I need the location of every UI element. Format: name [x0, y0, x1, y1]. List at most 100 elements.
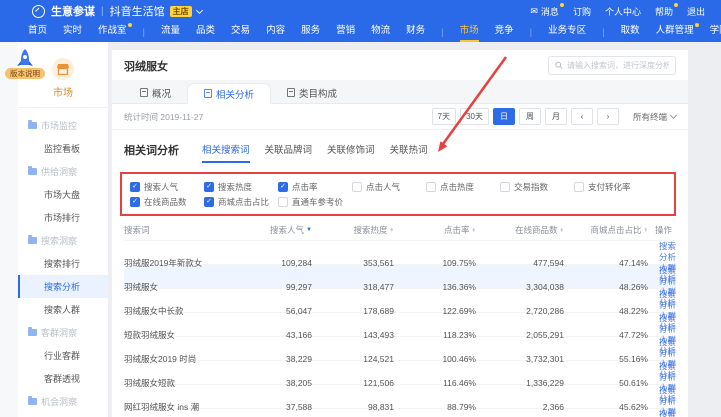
keyword-search-box[interactable] [548, 56, 676, 75]
checkbox-unchecked-icon[interactable] [500, 182, 510, 192]
sidebar-item-market-ranking[interactable]: 市场排行 [18, 206, 108, 229]
messages-link[interactable]: ✉消息 [530, 5, 559, 18]
sidebar-item-attribute-insight[interactable]: 属性洞察 [18, 413, 108, 417]
range-7d-button[interactable]: 7天 [432, 108, 456, 125]
search-input[interactable] [567, 61, 669, 70]
nav-item-crowd-management[interactable]: 人群管理 [656, 22, 694, 42]
logout-link[interactable]: 退出 [687, 5, 705, 18]
search-analysis-link[interactable]: 搜索分析 [652, 313, 676, 335]
cell-ctr: 100.46% [398, 354, 480, 364]
nav-item-home[interactable]: 首页 [28, 22, 47, 42]
nav-item-traffic[interactable]: 流量 [161, 22, 180, 42]
unit-day-button[interactable]: 日 [493, 108, 515, 125]
search-analysis-link[interactable]: 搜索分析 [652, 337, 676, 359]
header-top-bar: 生意参谋 | 抖音生活馆 主店 ✉消息 订购 个人中心 帮助 退出 [0, 0, 721, 22]
folder-icon [28, 329, 37, 336]
sort-icon: ▲▼ [560, 228, 564, 233]
subtab-brand-words[interactable]: 关联品牌词 [265, 142, 313, 163]
sort-icon: ▲▼ [390, 228, 394, 233]
tab-related-analysis[interactable]: 相关分析 [187, 83, 271, 104]
subtab-modifier-words[interactable]: 关联修饰词 [327, 142, 375, 163]
subtab-related-search-words[interactable]: 相关搜索词 [202, 142, 250, 163]
tab-overview[interactable]: 概况 [124, 82, 187, 103]
checkbox-checked-icon[interactable]: ✓ [204, 197, 214, 207]
metric-mall-click-ratio[interactable]: ✓商城点击占比 [204, 196, 278, 208]
folder-icon [28, 168, 37, 175]
subtab-hot-words[interactable]: 关联热词 [390, 142, 428, 163]
nav-item-realtime[interactable]: 实时 [63, 22, 82, 42]
sidebar-item-market-overview[interactable]: 市场大盘 [18, 183, 108, 206]
nav-item-trade[interactable]: 交易 [231, 22, 250, 42]
metric-click-heat[interactable]: 点击热度 [426, 181, 500, 193]
nav-item-service[interactable]: 服务 [301, 22, 320, 42]
range-30d-button[interactable]: 30天 [460, 108, 489, 125]
metric-pay-conversion[interactable]: 支付转化率 [574, 181, 648, 193]
unit-week-button[interactable]: 周 [519, 108, 541, 125]
envelope-icon: ✉ [530, 6, 538, 17]
search-analysis-link[interactable]: 搜索分析 [652, 241, 676, 263]
nav-separator: | [530, 27, 532, 38]
shop-switch-chevron-icon[interactable] [196, 6, 203, 13]
cell-mall-ratio: 48.22% [568, 306, 652, 316]
cell-search-heat: 124,521 [316, 354, 398, 364]
folder-icon [28, 122, 37, 129]
version-notes-widget[interactable]: 版本说明 [5, 48, 45, 79]
metric-search-heat[interactable]: ✓搜索热度 [204, 181, 278, 193]
checkbox-unchecked-icon[interactable] [352, 182, 362, 192]
nav-item-logistics[interactable]: 物流 [371, 22, 390, 42]
nav-item-business-zone[interactable]: 业务专区 [548, 22, 586, 42]
checkbox-checked-icon[interactable]: ✓ [130, 197, 140, 207]
sidebar-item-industry-customers[interactable]: 行业客群 [18, 344, 108, 367]
col-search-heat[interactable]: 搜索热度▲▼ [316, 224, 398, 236]
col-search-popularity-sorted[interactable]: 搜索人气▼ [250, 224, 316, 236]
metric-trade-index[interactable]: 交易指数 [500, 181, 574, 193]
col-mall-click-ratio[interactable]: 商城点击占比▲▼ [568, 224, 652, 236]
nav-item-data-fetch[interactable]: 取数 [621, 22, 640, 42]
unit-month-button[interactable]: 月 [545, 108, 567, 125]
checkbox-checked-icon[interactable]: ✓ [204, 182, 214, 192]
checkbox-unchecked-icon[interactable] [278, 197, 288, 207]
nav-item-category[interactable]: 品类 [196, 22, 215, 42]
cell-ctr: 118.23% [398, 330, 480, 340]
sidebar-item-customer-perspective[interactable]: 客群透视 [18, 367, 108, 390]
cell-keyword: 短款羽绒服女 [124, 329, 250, 341]
personal-center-link[interactable]: 个人中心 [605, 5, 641, 18]
nav-item-content[interactable]: 内容 [266, 22, 285, 42]
nav-item-market[interactable]: 市场 [460, 22, 479, 42]
search-analysis-link[interactable]: 搜索分析 [652, 409, 676, 417]
metric-train-reference-price[interactable]: 直通车参考价 [278, 196, 352, 208]
metric-online-items[interactable]: ✓在线商品数 [130, 196, 204, 208]
search-analysis-link[interactable]: 搜索分析 [652, 385, 676, 407]
user-links: ✉消息 订购 个人中心 帮助 退出 [530, 5, 705, 18]
sidebar-item-monitor-board[interactable]: 监控看板 [18, 137, 108, 160]
search-analysis-link[interactable]: 搜索分析 [652, 289, 676, 311]
col-ctr[interactable]: 点击率▲▼ [398, 224, 480, 236]
tab-category-composition[interactable]: 类目构成 [271, 82, 353, 103]
nav-item-war-room[interactable]: 作战室 [98, 22, 127, 42]
prev-date-button[interactable]: ‹ [571, 108, 593, 125]
subscribe-link[interactable]: 订购 [573, 5, 591, 18]
sidebar-item-search-ranking[interactable]: 搜索排行 [18, 252, 108, 275]
search-analysis-link[interactable]: 搜索分析 [652, 361, 676, 383]
col-online-items[interactable]: 在线商品数▲▼ [480, 224, 568, 236]
table-row[interactable]: 羽绒服2019年新款女 109,284 353,561 109.75% 477,… [124, 240, 676, 264]
checkbox-unchecked-icon[interactable] [574, 182, 584, 192]
checkbox-unchecked-icon[interactable] [426, 182, 436, 192]
nav-item-competition[interactable]: 竞争 [495, 22, 514, 42]
terminal-selector[interactable]: 所有终端 [633, 111, 676, 123]
metric-search-popularity[interactable]: ✓搜索人气 [130, 181, 204, 193]
checkbox-checked-icon[interactable]: ✓ [130, 182, 140, 192]
sidebar-item-search-crowd[interactable]: 搜索人群 [18, 298, 108, 321]
search-analysis-link[interactable]: 搜索分析 [652, 265, 676, 287]
help-link[interactable]: 帮助 [655, 5, 673, 18]
version-badge[interactable]: 版本说明 [5, 68, 45, 79]
checkbox-checked-icon[interactable]: ✓ [278, 182, 288, 192]
nav-item-finance[interactable]: 财务 [406, 22, 425, 42]
sidebar-item-search-analysis[interactable]: 搜索分析 [18, 275, 108, 298]
nav-item-marketing[interactable]: 营销 [336, 22, 355, 42]
cell-search-heat: 143,493 [316, 330, 398, 340]
metric-click-popularity[interactable]: 点击人气 [352, 181, 426, 193]
nav-item-academy[interactable]: 学院 [710, 22, 721, 42]
next-date-button[interactable]: › [597, 108, 619, 125]
metric-ctr[interactable]: ✓点击率 [278, 181, 352, 193]
